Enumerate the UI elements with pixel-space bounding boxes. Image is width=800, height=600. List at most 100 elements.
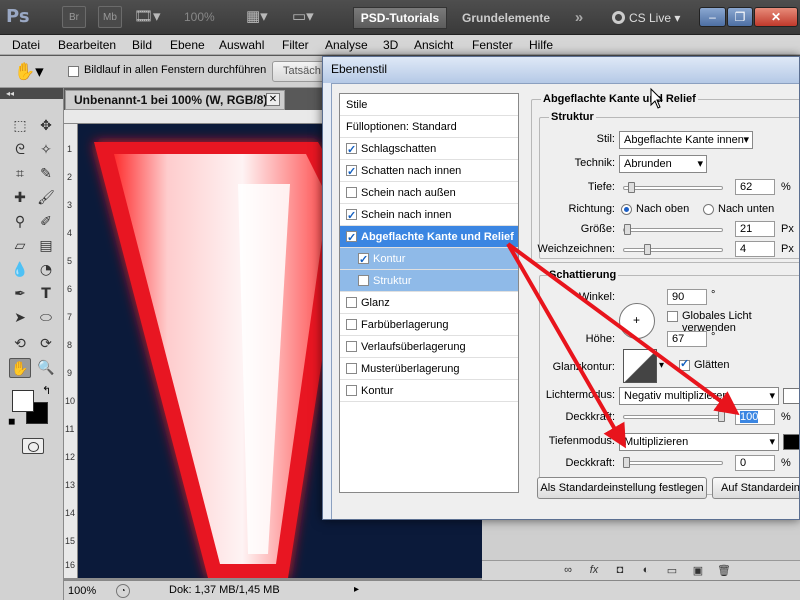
anti-aliased-checkbox[interactable] (679, 357, 690, 371)
menu-hilfe[interactable]: Hilfe (529, 38, 553, 52)
lasso-tool-icon[interactable]: ᘓ (9, 140, 31, 160)
window-close-button[interactable]: ✕ (754, 7, 798, 27)
dialog-title[interactable]: Ebenenstil (323, 57, 799, 83)
style-checkbox[interactable] (346, 227, 357, 249)
depth-slider[interactable] (623, 186, 723, 190)
move-tool-icon[interactable]: ✥ (35, 116, 57, 136)
highlight-opacity-input[interactable]: 100 (735, 409, 775, 425)
style-item-gradient-overlay[interactable]: Verlaufsüberlagerung (340, 336, 518, 358)
style-item-inner-shadow[interactable]: Schatten nach innen (340, 160, 518, 183)
highlight-opacity-slider[interactable] (623, 415, 723, 419)
menu-datei[interactable]: Datei (12, 38, 40, 52)
menu-3d[interactable]: 3D (383, 38, 398, 52)
eraser-tool-icon[interactable]: ▱ (9, 236, 31, 256)
layer-mask-icon[interactable]: ◘ (612, 564, 628, 578)
style-item-stroke[interactable]: Kontur (340, 380, 518, 402)
shadow-mode-dropdown[interactable]: Multiplizieren (619, 433, 779, 451)
type-tool-icon[interactable]: T (35, 284, 57, 304)
style-checkbox[interactable] (346, 187, 357, 198)
shadow-opacity-thumb[interactable] (623, 457, 630, 468)
style-item-bevel-emboss[interactable]: Abgeflachte Kante und Relief (340, 226, 518, 249)
gloss-contour-preview[interactable] (623, 349, 657, 383)
swap-colors-icon[interactable]: ↰ (42, 384, 51, 397)
view-extras-icon[interactable]: 🎞▾ (134, 6, 161, 28)
quick-mask-button[interactable] (22, 438, 44, 454)
highlight-opacity-thumb[interactable] (718, 411, 725, 422)
zoom-field[interactable]: 100% (68, 584, 110, 598)
menu-filter[interactable]: Filter (282, 38, 309, 52)
menu-analyse[interactable]: Analyse (325, 38, 368, 52)
magic-wand-tool-icon[interactable]: ✧ (35, 140, 57, 160)
shadow-opacity-slider[interactable] (623, 461, 723, 465)
ellipse-tool-icon[interactable]: ⬭ (35, 308, 57, 328)
bridge-button[interactable]: Br (62, 6, 86, 28)
style-item-inner-glow[interactable]: Schein nach innen (340, 204, 518, 227)
clone-stamp-tool-icon[interactable]: ⚲ (9, 212, 31, 232)
style-item-contour[interactable]: Kontur (340, 248, 518, 271)
technique-dropdown[interactable]: Abrunden (619, 155, 707, 173)
history-brush-tool-icon[interactable]: ✐ (35, 212, 57, 232)
gloss-contour-dropdown-icon[interactable]: ▾ (659, 349, 667, 383)
hand-tool-icon[interactable]: ✋ (9, 358, 31, 378)
style-item-texture[interactable]: Struktur (340, 270, 518, 292)
depth-input[interactable]: 62 (735, 179, 775, 195)
trash-icon[interactable]: 🗑 (716, 564, 732, 578)
zoom-tool-icon[interactable]: 🔍 (35, 358, 57, 378)
direction-down-radio[interactable] (703, 204, 714, 215)
document-tab[interactable]: Unbenannt-1 bei 100% (W, RGB/8) * (65, 90, 285, 110)
cs-live-button[interactable]: CS Live ▾ (612, 7, 694, 29)
dodge-tool-icon[interactable]: ◔ (35, 260, 57, 280)
size-slider-thumb[interactable] (624, 224, 631, 235)
hand-tool-preset-icon[interactable]: ✋▾ (14, 61, 50, 83)
style-item-color-overlay[interactable]: Farbüberlagerung (340, 314, 518, 336)
screen-mode-icon[interactable]: ▭▾ (292, 6, 314, 28)
shadow-opacity-input[interactable]: 0 (735, 455, 775, 471)
fill-options-item[interactable]: Fülloptionen: Standard (340, 116, 518, 138)
shadow-color-swatch[interactable] (783, 434, 799, 450)
menu-fenster[interactable]: Fenster (472, 38, 513, 52)
workspace-grundelemente[interactable]: Grundelemente (452, 7, 560, 29)
window-minimize-button[interactable]: – (699, 7, 726, 27)
style-checkbox[interactable] (346, 297, 357, 308)
status-menu-icon[interactable]: ▸ (354, 584, 359, 595)
style-checkbox[interactable] (346, 319, 357, 330)
style-checkbox[interactable] (346, 139, 357, 161)
more-workspaces-icon[interactable]: » (567, 7, 591, 29)
reset-to-default-button[interactable]: Auf Standardeinst (712, 477, 799, 499)
style-checkbox[interactable] (358, 249, 369, 271)
adjustment-layer-icon[interactable]: ◐ (638, 564, 654, 578)
healing-brush-tool-icon[interactable]: ✚ (9, 188, 31, 208)
crop-tool-icon[interactable]: ⌗ (9, 164, 31, 184)
blur-tool-icon[interactable]: 💧 (9, 260, 31, 280)
style-item-outer-glow[interactable]: Schein nach außen (340, 182, 518, 204)
altitude-input[interactable]: 67 (667, 331, 707, 347)
scroll-all-windows-checkbox[interactable] (68, 66, 79, 77)
soften-slider[interactable] (623, 248, 723, 252)
menu-bild[interactable]: Bild (132, 38, 152, 52)
direction-up-radio[interactable] (621, 204, 632, 215)
size-slider[interactable] (623, 228, 723, 232)
fx-icon[interactable]: fx (586, 564, 602, 578)
angle-dial[interactable] (619, 303, 655, 339)
soften-input[interactable]: 4 (735, 241, 775, 257)
soften-slider-thumb[interactable] (644, 244, 651, 255)
depth-slider-thumb[interactable] (628, 182, 635, 193)
zoom-level-display[interactable]: 100% (184, 6, 244, 28)
path-selection-tool-icon[interactable]: ➤ (9, 308, 31, 328)
style-checkbox[interactable] (346, 385, 357, 396)
tools-panel-header[interactable]: ◂◂ (0, 88, 63, 99)
style-checkbox[interactable] (346, 363, 357, 374)
arrange-documents-icon[interactable]: ▦▾ (246, 6, 268, 28)
default-colors-icon[interactable]: ◼ (8, 416, 15, 427)
gradient-tool-icon[interactable]: ▤ (35, 236, 57, 256)
style-checkbox[interactable] (346, 161, 357, 183)
3d-orbit-tool-icon[interactable]: ⟳ (35, 334, 57, 354)
workspace-psd-tutorials[interactable]: PSD-Tutorials (353, 7, 447, 29)
status-info-icon[interactable]: ◔ (116, 584, 130, 598)
highlight-color-swatch[interactable] (783, 388, 799, 404)
highlight-mode-dropdown[interactable]: Negativ multiplizieren (619, 387, 779, 405)
document-close-button[interactable]: ✕ (266, 93, 280, 106)
foreground-color-swatch[interactable] (12, 390, 34, 412)
menu-auswahl[interactable]: Auswahl (219, 38, 264, 52)
size-input[interactable]: 21 (735, 221, 775, 237)
